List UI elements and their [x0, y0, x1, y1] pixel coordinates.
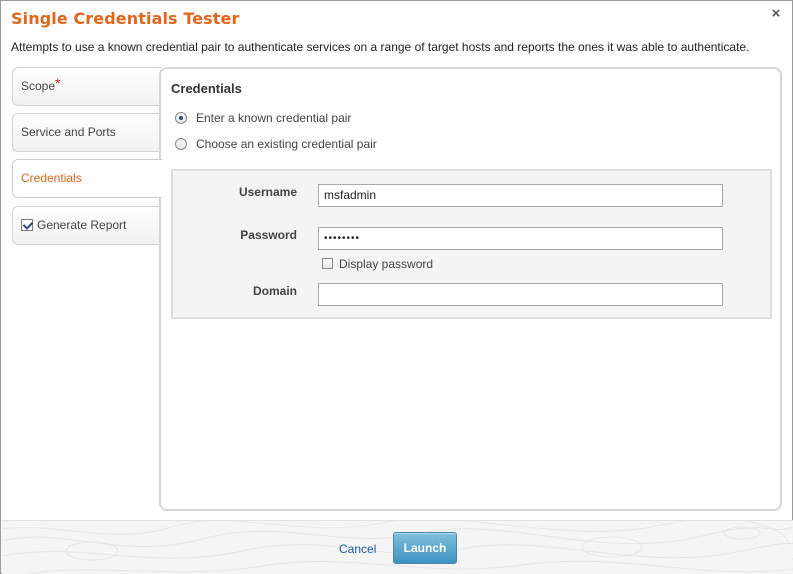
required-mark: * — [55, 75, 61, 91]
display-password-option[interactable]: Display password — [322, 257, 433, 271]
tab-generate-report-label: Generate Report — [37, 218, 127, 232]
section-title: Credentials — [171, 81, 242, 96]
tab-generate-report[interactable]: Generate Report — [12, 206, 162, 245]
password-input[interactable]: •••••••• — [318, 227, 723, 250]
password-label: Password — [240, 228, 297, 242]
tab-scope[interactable]: Scope* — [12, 67, 162, 106]
option-choose-existing-pair-label: Choose an existing credential pair — [196, 137, 377, 151]
tab-credentials-label: Credentials — [21, 171, 82, 185]
radio-enter-known-pair[interactable] — [175, 111, 187, 124]
close-icon[interactable]: × — [769, 6, 783, 21]
display-password-label: Display password — [339, 257, 434, 271]
dialog-footer: Cancel Launch — [2, 520, 793, 574]
cancel-button[interactable]: Cancel — [339, 542, 376, 556]
tab-credentials[interactable]: Credentials — [12, 159, 162, 198]
dialog-title: Single Credentials Tester — [11, 9, 240, 28]
domain-input[interactable] — [318, 283, 723, 306]
username-input[interactable]: msfadmin — [318, 184, 723, 207]
domain-label: Domain — [252, 284, 297, 298]
credential-form: Username msfadmin Password •••••••• Disp… — [171, 169, 772, 319]
radio-choose-existing-pair[interactable] — [175, 137, 187, 150]
tab-service-and-ports-label: Service and Ports — [21, 125, 116, 139]
tab-scope-label: Scope — [21, 79, 56, 93]
option-enter-known-pair-label: Enter a known credential pair — [196, 111, 352, 125]
credentials-panel: Credentials Enter a known credential pai… — [159, 67, 782, 511]
dialog-description: Attempts to use a known credential pair … — [11, 40, 750, 54]
display-password-checkbox[interactable] — [322, 258, 333, 270]
username-label: Username — [238, 185, 297, 199]
tab-service-and-ports[interactable]: Service and Ports — [12, 113, 162, 152]
launch-button[interactable]: Launch — [393, 532, 457, 564]
generate-report-checkbox[interactable] — [21, 218, 33, 231]
option-choose-existing-pair[interactable]: Choose an existing credential pair — [175, 137, 377, 151]
single-credentials-tester-dialog: Single Credentials Tester × Attempts to … — [0, 0, 793, 574]
option-enter-known-pair[interactable]: Enter a known credential pair — [175, 111, 351, 125]
